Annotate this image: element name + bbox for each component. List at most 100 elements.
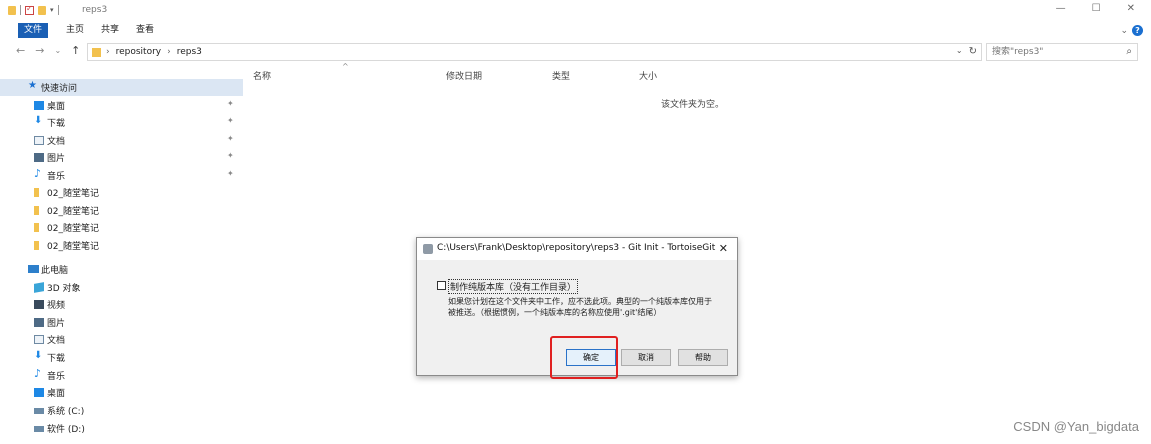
drive-icon [34, 426, 44, 432]
close-button[interactable]: ✕ [1127, 3, 1135, 14]
help-icon[interactable]: ? [1132, 25, 1143, 36]
3d-objects-icon [34, 282, 44, 293]
document-icon [34, 136, 44, 145]
nav-buttons: ← → ⌄ ↑ [16, 44, 80, 57]
address-bar-actions: ⌄ ↻ [956, 46, 977, 57]
recent-locations-chevron-icon[interactable]: ⌄ [54, 46, 61, 57]
sidebar-item-label: 文档 [47, 336, 66, 346]
music-icon: ♪ [34, 167, 42, 180]
sidebar-item-drive-d[interactable]: 软件 (D:) [0, 420, 243, 437]
sidebar-item-music[interactable]: ♪ 音乐 ✦ [0, 167, 243, 184]
sidebar-item-pictures[interactable]: 图片 ✦ [0, 149, 243, 166]
sidebar-item-label: 桌面 [47, 102, 66, 112]
music-icon: ♪ [34, 367, 42, 380]
new-folder-icon[interactable] [38, 5, 46, 15]
folder-icon [34, 188, 39, 197]
dialog-title-bar: C:\Users\Frank\Desktop\repository\reps3 … [417, 238, 737, 260]
sidebar-item-label: 桌面 [47, 389, 66, 399]
picture-icon [34, 153, 44, 162]
address-bar[interactable]: › repository › reps3 ⌄ ↻ [87, 43, 982, 61]
sidebar-item-folder[interactable]: 02_随堂笔记 [0, 202, 243, 219]
folder-icon [8, 5, 16, 15]
breadcrumb-separator-icon[interactable]: › [167, 47, 171, 57]
folder-icon [34, 206, 39, 215]
sidebar-item-videos[interactable]: 视频 [0, 296, 243, 313]
sidebar-item-folder[interactable]: 02_随堂笔记 [0, 219, 243, 236]
highlight-annotation-box [550, 336, 618, 379]
ribbon-right-controls: ⌄ ? [1120, 25, 1143, 36]
forward-arrow-icon[interactable]: → [35, 44, 44, 57]
breadcrumb-repository[interactable]: repository [116, 47, 162, 57]
address-dropdown-chevron-icon[interactable]: ⌄ [956, 46, 963, 57]
bare-repo-description: 如果您计划在这个文件夹中工作，应不选此项。典型的一个纯版本库仅用于被推送。（根据… [448, 297, 712, 317]
breadcrumb: › repository › reps3 [106, 47, 202, 57]
breadcrumb-reps3[interactable]: reps3 [177, 47, 202, 57]
minimize-button[interactable]: — [1056, 3, 1066, 14]
drive-icon [34, 408, 44, 414]
sidebar-item-label: 下载 [47, 119, 66, 129]
refresh-icon[interactable]: ↻ [969, 46, 977, 57]
sidebar-item-label: 文档 [47, 137, 66, 147]
pin-icon[interactable]: ✦ [227, 116, 234, 125]
cancel-button[interactable]: 取消 [621, 349, 671, 366]
ribbon-tabs: 文件 主页 共享 查看 ⌄ ? [0, 22, 1151, 38]
properties-icon[interactable] [25, 4, 34, 15]
column-header-size[interactable]: 大小 [639, 69, 657, 82]
bare-repo-checkbox[interactable] [437, 281, 446, 290]
tab-file[interactable]: 文件 [18, 23, 49, 38]
folder-icon [34, 241, 39, 250]
tab-share[interactable]: 共享 [95, 23, 125, 38]
sidebar-item-label: 3D 对象 [47, 284, 81, 294]
sidebar-item-downloads[interactable]: ⬇ 下载 ✦ [0, 114, 243, 131]
sort-caret-icon: ^ [342, 62, 349, 71]
search-box: ⌕ [986, 43, 1138, 61]
dialog-title: C:\Users\Frank\Desktop\repository\reps3 … [437, 243, 716, 253]
column-header-type[interactable]: 类型 [552, 69, 570, 82]
folder-icon [92, 48, 101, 57]
tab-view[interactable]: 查看 [130, 23, 160, 38]
pin-icon[interactable]: ✦ [227, 99, 234, 108]
sidebar-item-documents[interactable]: 文档 ✦ [0, 132, 243, 149]
sidebar-item-label: 系统 (C:) [47, 407, 85, 417]
tab-home[interactable]: 主页 [60, 23, 90, 38]
pin-icon[interactable]: ✦ [227, 134, 234, 143]
pin-icon[interactable]: ✦ [227, 169, 234, 178]
sidebar-item-music[interactable]: ♪ 音乐 [0, 367, 243, 384]
help-button[interactable]: 帮助 [678, 349, 728, 366]
toolbar-divider [57, 5, 59, 15]
maximize-button[interactable]: ☐ [1092, 3, 1101, 14]
up-arrow-icon[interactable]: ↑ [71, 44, 80, 57]
back-arrow-icon[interactable]: ← [16, 44, 25, 57]
window-title: reps3 [82, 5, 108, 15]
bare-repo-checkbox-label[interactable]: 制作纯版本库（没有工作目录） [448, 279, 579, 294]
sidebar-item-downloads[interactable]: ⬇ 下载 [0, 349, 243, 366]
desktop-icon [34, 388, 44, 397]
search-icon[interactable]: ⌕ [1126, 46, 1132, 57]
sidebar-item-drive-c[interactable]: 系统 (C:) [0, 402, 243, 419]
navigation-pane: ★ 快速访问 桌面 ✦ ⬇ 下载 ✦ 文档 ✦ 图片 ✦ ♪ 音乐 ✦ 02_随… [0, 76, 243, 444]
sidebar-item-label: 图片 [47, 154, 66, 164]
sidebar-item-quick-access[interactable]: ★ 快速访问 [0, 79, 243, 96]
sidebar-item-label: 02_随堂笔记 [47, 224, 99, 234]
sidebar-item-folder[interactable]: 02_随堂笔记 [0, 184, 243, 201]
sidebar-item-3d-objects[interactable]: 3D 对象 [0, 279, 243, 296]
customize-toolbar-chevron-icon[interactable]: ▾ [50, 6, 54, 14]
window-controls: — ☐ ✕ [1056, 3, 1135, 14]
sidebar-item-documents[interactable]: 文档 [0, 331, 243, 348]
sidebar-item-label: 图片 [47, 319, 66, 329]
pin-icon[interactable]: ✦ [227, 151, 234, 160]
sidebar-item-this-pc[interactable]: 此电脑 [0, 261, 243, 278]
column-header-modified[interactable]: 修改日期 [446, 69, 482, 82]
sidebar-item-desktop[interactable]: 桌面 ✦ [0, 97, 243, 114]
dialog-close-icon[interactable]: ✕ [719, 242, 728, 255]
search-input[interactable] [987, 44, 1117, 60]
sidebar-item-pictures[interactable]: 图片 [0, 314, 243, 331]
navigation-bar: ← → ⌄ ↑ › repository › reps3 ⌄ ↻ ⌕ [0, 42, 1151, 62]
sidebar-item-desktop[interactable]: 桌面 [0, 384, 243, 401]
sidebar-item-label: 快速访问 [41, 84, 78, 94]
column-header-name[interactable]: 名称 [253, 69, 271, 82]
breadcrumb-separator-icon[interactable]: › [106, 47, 110, 57]
quick-access-toolbar: ▾ [8, 4, 59, 15]
sidebar-item-folder[interactable]: 02_随堂笔记 [0, 237, 243, 254]
expand-ribbon-chevron-icon[interactable]: ⌄ [1120, 26, 1128, 36]
